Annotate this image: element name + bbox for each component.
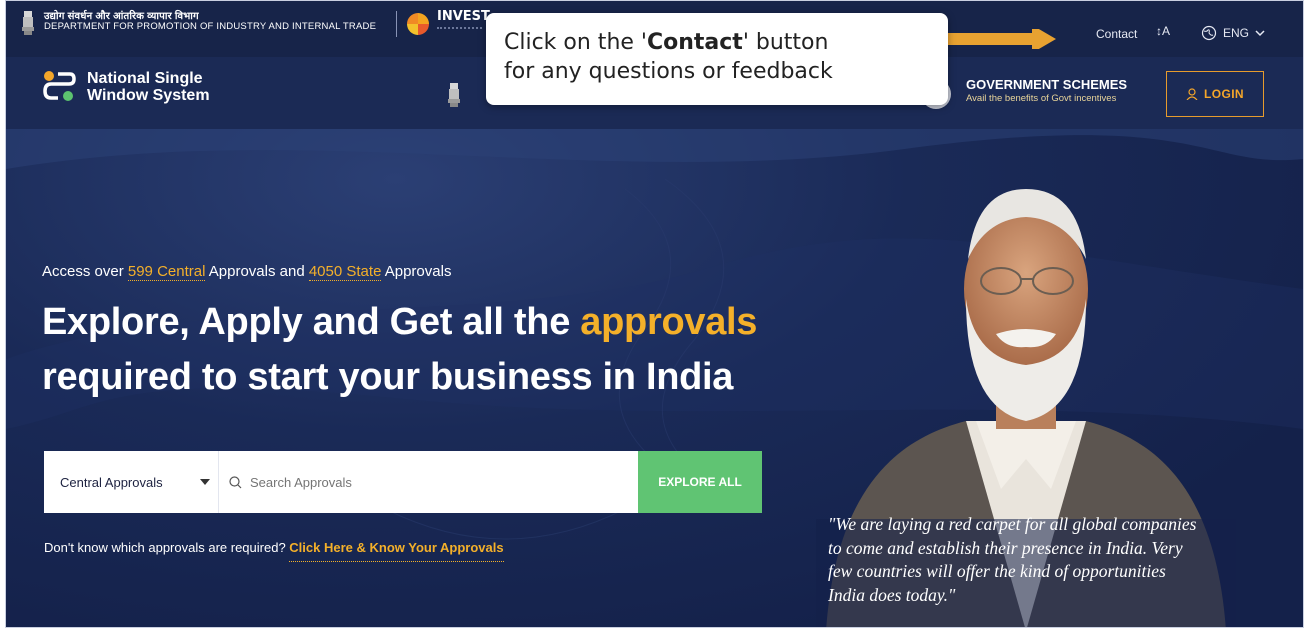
national-emblem-icon — [22, 11, 34, 35]
access-text-pre: Access over — [42, 263, 128, 280]
approval-type-value: Central Approvals — [60, 474, 163, 490]
headline-line1: Explore, Apply and Get all the — [42, 301, 581, 343]
pm-quote: "We are laying a red carpet for all glob… — [828, 513, 1268, 608]
chevron-down-icon — [1255, 30, 1265, 37]
tooltip-text-post: ' button — [742, 30, 829, 55]
brand-line1: National Single — [87, 70, 203, 87]
tooltip-bold: Contact — [646, 30, 743, 55]
caret-down-icon — [200, 479, 210, 485]
central-approvals-count[interactable]: 599 Central — [127, 263, 206, 281]
know-approvals-prompt: Don't know which approvals are required?… — [44, 540, 504, 562]
tooltip-line2: for any questions or feedback — [504, 58, 833, 84]
access-text-post: Approvals — [381, 263, 452, 280]
nsws-brand[interactable]: National Single Window System — [87, 70, 210, 105]
contact-link[interactable]: Contact — [1096, 27, 1137, 41]
schemes-subtitle: Avail the benefits of Govt incentives — [966, 92, 1117, 104]
department-name: उद्योग संवर्धन और आंतरिक व्यापार विभाग D… — [44, 11, 376, 32]
quote-line3: few countries will offer the kind of opp… — [828, 561, 1166, 582]
state-approvals-count[interactable]: 4050 State — [308, 263, 382, 281]
approval-type-select[interactable]: Central Approvals — [44, 451, 219, 513]
hero-section: Access over 599 Central Approvals and 40… — [6, 129, 1303, 627]
department-english: DEPARTMENT FOR PROMOTION OF INDUSTRY AND… — [44, 21, 377, 32]
login-button[interactable]: LOGIN — [1166, 71, 1264, 117]
quote-line2: to come and establish their presence in … — [828, 537, 1183, 558]
invest-india-tagline — [437, 27, 482, 37]
know-your-approvals-link[interactable]: Click Here & Know Your Approvals — [289, 540, 504, 562]
tooltip-pointer-arrow-icon — [946, 29, 1056, 49]
know-text: Don't know which approvals are required? — [44, 540, 290, 555]
user-icon — [1186, 88, 1198, 100]
approvals-summary: Access over 599 Central Approvals and 40… — [42, 263, 452, 281]
login-label: LOGIN — [1204, 87, 1244, 101]
language-selector[interactable]: ENG — [1201, 25, 1265, 41]
quote-line1: "We are laying a red carpet for all glob… — [828, 514, 1197, 534]
explore-all-button[interactable]: EXPLORE ALL — [638, 451, 762, 513]
divider — [396, 11, 397, 37]
schemes-title: GOVERNMENT SCHEMES — [966, 77, 1128, 92]
approval-search-bar: Central Approvals EXPLORE ALL — [44, 451, 762, 513]
globe-icon — [1201, 25, 1217, 41]
text-size-toggle[interactable]: ↕A — [1156, 24, 1170, 38]
brand-line2: Window System — [87, 86, 210, 104]
national-emblem-icon — [448, 83, 460, 107]
quote-line4: India does today." — [828, 584, 956, 605]
invest-india-logo-text: INVEST — [437, 9, 490, 24]
headline-line2: required to start your business in India — [42, 356, 734, 399]
search-input[interactable] — [250, 474, 610, 490]
page-frame: उद्योग संवर्धन और आंतरिक व्यापार विभाग D… — [5, 0, 1304, 628]
invest-india-logo-icon — [407, 13, 429, 35]
headline-highlight: approvals — [580, 301, 758, 343]
nsws-logo-icon[interactable] — [42, 69, 76, 103]
search-field — [219, 451, 638, 513]
government-schemes-link[interactable]: GOVERNMENT SCHEMES Avail the benefits of… — [966, 77, 1127, 104]
contact-tooltip: Click on the 'Contact' button for any qu… — [486, 13, 948, 105]
hero-headline: Explore, Apply and Get all the approvals… — [42, 295, 757, 405]
search-icon — [229, 475, 242, 488]
language-label: ENG — [1223, 26, 1250, 40]
access-text-mid: Approvals and — [205, 263, 309, 280]
tooltip-text-pre: Click on the ' — [504, 30, 647, 55]
